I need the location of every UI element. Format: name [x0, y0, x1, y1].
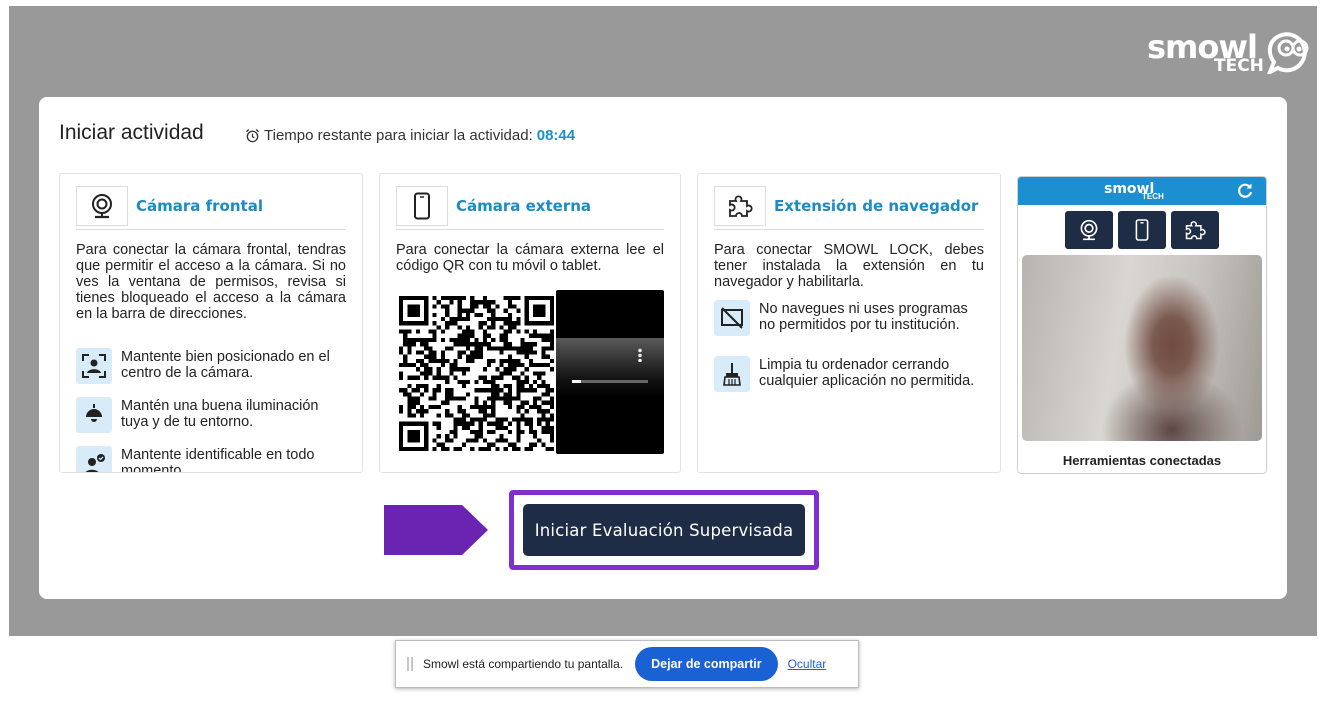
panel-header: Extensión de navegador	[714, 182, 984, 230]
start-button-highlight: Iniciar Evaluación Supervisada	[509, 490, 819, 570]
more-options-icon[interactable]	[638, 348, 642, 362]
tip-item: Mantente identificable en todo momento.	[76, 446, 346, 473]
front-camera-tool-button[interactable]	[1065, 211, 1113, 249]
camera-preview	[556, 290, 664, 454]
panel-header: Cámara frontal	[76, 182, 346, 230]
qr-code[interactable]	[399, 296, 554, 451]
extension-tool-button[interactable]	[1171, 211, 1219, 249]
sharing-message: Smowl está compartiendo tu pantalla.	[423, 657, 624, 671]
panel-title: Extensión de navegador	[774, 196, 979, 215]
owl-icon	[1267, 32, 1309, 74]
tip-text: Mantente identificable en todo momento.	[121, 447, 315, 473]
alarm-clock-icon	[245, 128, 260, 143]
broom-icon	[714, 356, 750, 392]
lamp-icon	[76, 397, 112, 433]
widget-caption: Herramientas conectadas	[1062, 453, 1222, 468]
refresh-icon[interactable]	[1236, 182, 1254, 200]
tip-item: Limpia tu ordenador cerrando cualquier a…	[714, 356, 984, 392]
timer-label: Tiempo restante para iniciar la activida…	[264, 127, 533, 144]
timer-value: 08:44	[536, 127, 576, 144]
no-screen-icon	[714, 300, 750, 336]
page-title: Iniciar actividad	[59, 121, 204, 144]
tip-text: Limpia tu ordenador cerrando cualquier a…	[759, 357, 975, 389]
webcam-icon	[76, 185, 128, 226]
smowl-logo: smowl TECH	[1140, 26, 1320, 82]
stop-sharing-button[interactable]: Dejar de compartir	[635, 647, 778, 681]
webcam-feed	[1022, 255, 1262, 441]
external-camera-tool-button[interactable]	[1118, 211, 1166, 249]
verified-user-icon	[76, 446, 112, 472]
tip-item: Mantén una buena iluminación tuya y de t…	[76, 397, 346, 433]
puzzle-icon	[714, 185, 766, 226]
tip-text: No navegues ni uses programas no permiti…	[759, 301, 968, 333]
external-camera-panel: Cámara externa Para conectar la cámara e…	[379, 173, 681, 473]
puzzle-icon	[1185, 221, 1206, 240]
smartphone-icon	[1135, 219, 1149, 241]
panel-description: Para conectar la cámara frontal, tendras…	[76, 242, 346, 322]
timer: Tiempo restante para iniciar la activida…	[245, 127, 575, 144]
panel-description: Para conectar SMOWL LOCK, debes tener in…	[714, 242, 984, 290]
center-position-icon	[76, 348, 112, 384]
tip-text: Mantente bien posicionado en el centro d…	[121, 349, 330, 381]
tip-item: No navegues ni uses programas no permiti…	[714, 300, 984, 336]
webcam-icon	[1080, 219, 1098, 241]
widget-header: smowl TECH	[1018, 177, 1266, 205]
tip-text: Mantén una buena iluminación tuya y de t…	[121, 398, 319, 430]
panel-title: Cámara externa	[456, 196, 592, 215]
front-camera-panel: Cámara frontal Para conectar la cámara f…	[59, 173, 363, 473]
start-supervised-evaluation-button[interactable]: Iniciar Evaluación Supervisada	[523, 504, 805, 556]
tip-item: Mantente bien posicionado en el centro d…	[76, 348, 346, 384]
panel-title: Cámara frontal	[136, 196, 263, 215]
panel-header: Cámara externa	[396, 182, 664, 230]
browser-extension-panel: Extensión de navegador Para conectar SMO…	[697, 173, 1001, 473]
logo-sub: TECH	[1214, 56, 1264, 76]
video-progress-bar[interactable]	[572, 380, 648, 383]
hide-link[interactable]: Ocultar	[788, 657, 827, 671]
drag-handle-icon[interactable]	[407, 657, 413, 671]
arrow-pointer-icon	[384, 505, 488, 555]
screen-sharing-bar: Smowl está compartiendo tu pantalla. Dej…	[395, 640, 859, 688]
activity-card: Iniciar actividad Tiempo restante para i…	[39, 97, 1287, 599]
widget-logo-sub: TECH	[1142, 192, 1164, 201]
smartphone-icon	[396, 185, 448, 226]
connected-tools-widget: smowl TECH Herramientas conectadas	[1017, 176, 1267, 474]
panel-description: Para conectar la cámara externa lee el c…	[396, 242, 664, 274]
